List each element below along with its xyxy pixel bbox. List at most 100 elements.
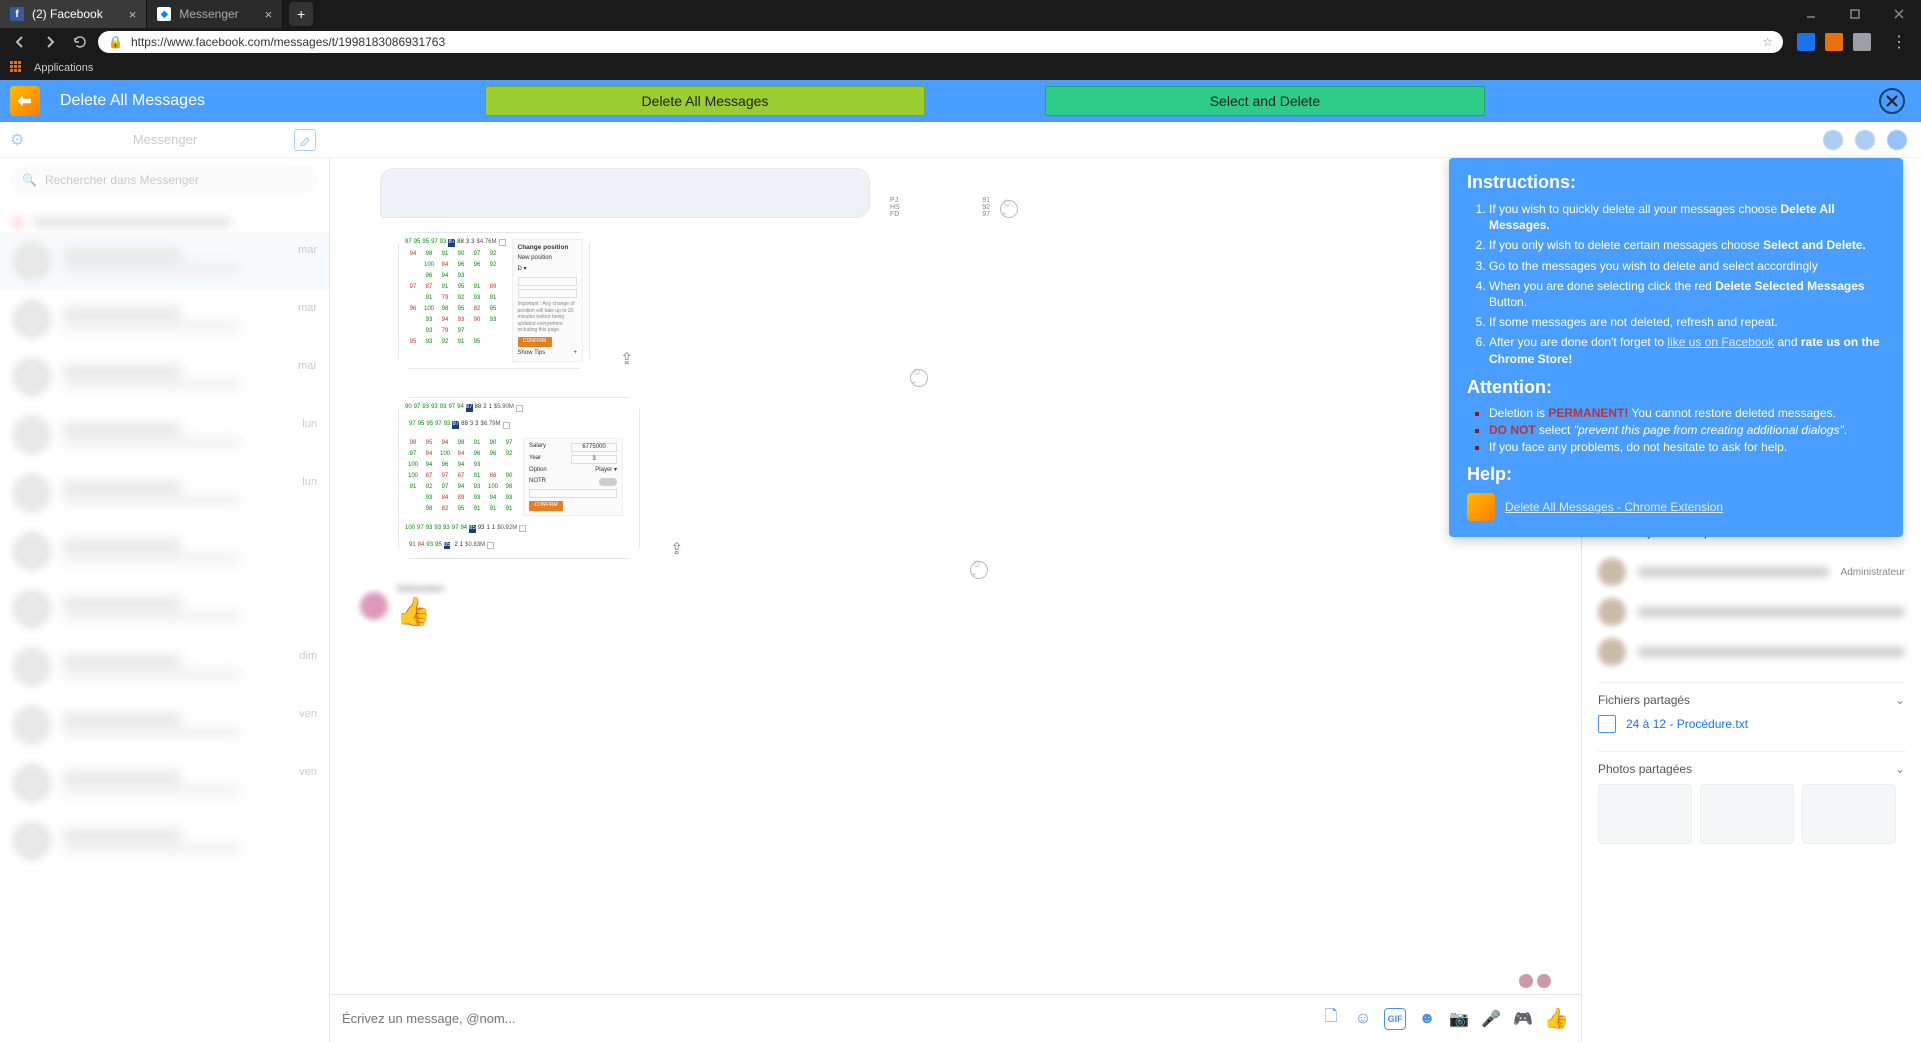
conversation-time: ven [299, 708, 317, 720]
games-icon[interactable]: 🎮 [1512, 1008, 1534, 1030]
add-reaction-icon[interactable]: ☺⁺ [1000, 200, 1018, 218]
bookmark-star-icon[interactable]: ☆ [1762, 35, 1773, 49]
member-row[interactable]: Administrateur [1598, 552, 1905, 592]
emoji-icon[interactable]: ☻ [1416, 1008, 1438, 1030]
extension-bar: Delete All Messages Delete All Messages … [0, 80, 1921, 122]
thumb-up-button[interactable]: 👍 [1544, 1006, 1569, 1031]
search-icon: 🔍 [22, 173, 37, 187]
conversation-time: dim [299, 650, 317, 662]
avatar [12, 299, 52, 339]
maximize-button[interactable] [1833, 0, 1877, 28]
avatar [1598, 558, 1626, 586]
thumb-up-icon: 👍 [396, 595, 445, 628]
messenger-header: ⚙ Messenger [0, 122, 1921, 158]
attention-heading: Attention: [1467, 377, 1885, 398]
conversation-item[interactable] [0, 812, 329, 870]
new-tab-button[interactable]: + [289, 2, 313, 26]
extension-icon[interactable] [1825, 33, 1843, 51]
instructions-heading: Instructions: [1467, 172, 1885, 193]
instructions-overlay: Instructions: If you wish to quickly del… [1449, 158, 1903, 537]
instruction-item: Go to the messages you wish to delete an… [1489, 258, 1885, 274]
shared-photos-section[interactable]: Photos partagées ⌄ [1598, 762, 1905, 776]
address-field[interactable]: 🔒 https://www.facebook.com/messages/t/19… [98, 31, 1783, 53]
back-button[interactable] [8, 30, 32, 54]
conversation-item[interactable]: mar [0, 290, 329, 348]
share-icon[interactable]: ⇪ [620, 349, 640, 369]
voice-icon[interactable]: 🎤 [1480, 1008, 1502, 1030]
close-window-button[interactable] [1877, 0, 1921, 28]
sender-name: Sébastien [396, 583, 445, 595]
video-icon[interactable] [1855, 130, 1875, 150]
camera-icon[interactable]: 📷 [1448, 1008, 1470, 1030]
apps-label[interactable]: Applications [34, 62, 93, 74]
attention-item: If you face any problems, do not hesitat… [1489, 440, 1885, 454]
url-text: https://www.facebook.com/messages/t/1998… [131, 35, 1754, 49]
close-icon[interactable]: × [129, 7, 137, 22]
extension-icons [1789, 33, 1879, 51]
shared-files-section[interactable]: Fichiers partagés ⌄ [1598, 693, 1905, 707]
window-titlebar: f (2) Facebook × ◆ Messenger × + [0, 0, 1921, 28]
messenger-icon: ◆ [157, 7, 171, 21]
facebook-icon: f [10, 7, 24, 21]
call-icon[interactable] [1823, 130, 1843, 150]
help-link[interactable]: Delete All Messages - Chrome Extension [1505, 500, 1723, 514]
message-request-notice[interactable] [0, 202, 329, 232]
share-icon[interactable]: ⇪ [670, 539, 690, 559]
member-row[interactable] [1598, 632, 1905, 672]
photo-thumbnail[interactable] [1802, 784, 1896, 844]
conversation-item[interactable]: dim [0, 638, 329, 696]
close-extension-button[interactable] [1879, 88, 1905, 114]
info-icon[interactable] [1887, 130, 1907, 150]
conversation-item[interactable]: mar [0, 348, 329, 406]
instruction-item: If you wish to quickly delete all your m… [1489, 201, 1885, 233]
instruction-item: If some messages are not deleted, refres… [1489, 314, 1885, 330]
avatar [12, 415, 52, 455]
conversation-item[interactable] [0, 522, 329, 580]
conversation-item[interactable]: lun [0, 406, 329, 464]
help-heading: Help: [1467, 464, 1885, 485]
avatar [12, 357, 52, 397]
photo-thumbnail[interactable] [1700, 784, 1794, 844]
conversation-item[interactable]: ven [0, 754, 329, 812]
conversation-item[interactable]: ven [0, 696, 329, 754]
like-facebook-link[interactable]: like us on Facebook [1667, 335, 1774, 349]
reload-button[interactable] [68, 30, 92, 54]
compose-button[interactable] [294, 129, 316, 151]
instruction-item: After you are done don't forget to like … [1489, 334, 1885, 366]
gif-icon[interactable]: GIF [1384, 1008, 1406, 1030]
attention-item: DO NOT select "prevent this page from cr… [1489, 423, 1885, 437]
photo-thumbnail[interactable] [1598, 784, 1692, 844]
message-image[interactable]: 90979393939794 878821$5.90M 9795959793 8… [398, 397, 640, 559]
add-reaction-icon[interactable]: ☺⁺ [910, 369, 928, 387]
avatar [12, 763, 52, 803]
browser-tab-messenger[interactable]: ◆ Messenger × [147, 0, 283, 28]
conversation-time: mar [298, 244, 317, 256]
conversation-time: lun [302, 418, 317, 430]
gear-icon[interactable]: ⚙ [10, 130, 24, 150]
extension-icon[interactable] [1797, 33, 1815, 51]
conversation-item[interactable]: mar [0, 232, 329, 290]
close-icon[interactable]: × [265, 7, 273, 22]
avatar [12, 531, 52, 571]
message-input[interactable] [342, 1011, 1310, 1026]
message-image[interactable]: 9795959793 878833$4.76M 949891909792 100… [398, 232, 590, 369]
browser-tab-facebook[interactable]: f (2) Facebook × [0, 0, 147, 28]
search-input[interactable]: 🔍 Rechercher dans Messenger [10, 166, 319, 194]
forward-button[interactable] [38, 30, 62, 54]
instruction-item: When you are done selecting click the re… [1489, 278, 1885, 310]
sticker-icon[interactable]: ☺ [1352, 1008, 1374, 1030]
profile-avatar-icon[interactable] [1853, 33, 1871, 51]
conversation-item[interactable] [0, 580, 329, 638]
admin-label: Administrateur [1841, 567, 1905, 578]
select-and-delete-button[interactable]: Select and Delete [1045, 86, 1485, 116]
apps-icon[interactable] [10, 61, 24, 75]
minimize-button[interactable] [1789, 0, 1833, 28]
attachment-icon[interactable]: 🗋 [1320, 1008, 1342, 1030]
file-item[interactable]: 24 à 12 - Procédure.txt [1598, 707, 1905, 741]
browser-menu-button[interactable]: ⋮ [1885, 32, 1913, 52]
extension-logo-icon [1467, 493, 1495, 521]
conversation-item[interactable]: lun [0, 464, 329, 522]
delete-all-messages-button[interactable]: Delete All Messages [485, 86, 925, 116]
add-reaction-icon[interactable]: ☺⁺ [970, 561, 988, 579]
member-row[interactable] [1598, 592, 1905, 632]
